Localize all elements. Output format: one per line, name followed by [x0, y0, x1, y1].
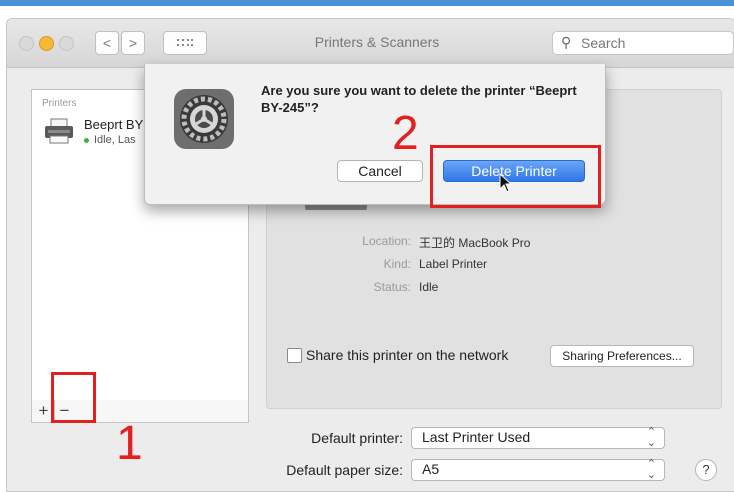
highlight-delete-button-box	[430, 145, 601, 208]
updown-chevron-icon: ⌃ ⌄	[646, 458, 656, 481]
title-bar: < > Printers & Scanners ⚲	[7, 19, 734, 68]
kind-label: Kind:	[383, 257, 411, 271]
forward-button[interactable]: >	[121, 31, 145, 55]
paper-size-label: Default paper size:	[286, 462, 403, 478]
search-field[interactable]: ⚲	[552, 31, 734, 55]
close-window-button[interactable]	[19, 36, 34, 51]
chevron-right-icon: >	[128, 35, 138, 51]
step-1-label: 1	[116, 417, 143, 470]
chevron-left-icon: <	[102, 35, 112, 51]
search-icon: ⚲	[561, 34, 572, 50]
printers-list-header: Printers	[42, 98, 77, 109]
updown-chevron-icon: ⌃ ⌄	[646, 426, 656, 449]
default-printer-value: Last Printer Used	[422, 429, 531, 445]
location-label: Location:	[362, 234, 411, 248]
status-dot-icon	[84, 137, 89, 143]
printer-status-text: Idle, Las	[94, 134, 136, 146]
top-accent-strip	[0, 0, 734, 6]
status-label: Status:	[373, 280, 411, 294]
show-all-button[interactable]	[163, 31, 207, 55]
dialog-message: Are you sure you want to delete the prin…	[261, 83, 577, 115]
cancel-button[interactable]: Cancel	[337, 160, 423, 182]
status-value: Idle	[419, 280, 439, 294]
paper-size-select[interactable]: A5 ⌃ ⌄	[411, 459, 665, 481]
printer-icon	[45, 118, 73, 144]
default-printer-label: Default printer:	[311, 430, 403, 446]
share-printer-label: Share this printer on the network	[306, 347, 509, 363]
paper-size-value: A5	[422, 461, 440, 477]
kind-value: Label Printer	[419, 257, 488, 271]
back-button[interactable]: <	[95, 31, 119, 55]
status-row: Status: Idle	[267, 280, 721, 298]
window-title: Printers & Scanners	[314, 34, 440, 50]
system-preferences-gear-icon	[174, 89, 234, 149]
share-printer-checkbox[interactable]	[287, 348, 302, 363]
location-value: 王卫的 MacBook Pro	[419, 236, 531, 250]
help-button[interactable]: ?	[695, 459, 717, 481]
highlight-remove-button-box	[51, 372, 96, 423]
search-input[interactable]	[579, 34, 728, 52]
printer-status: Idle, Las	[84, 134, 136, 146]
sharing-preferences-button[interactable]: Sharing Preferences...	[550, 345, 694, 367]
zoom-window-button[interactable]	[59, 36, 74, 51]
minimize-window-button[interactable]	[39, 36, 54, 51]
step-2-label: 2	[392, 107, 419, 160]
grid-icon	[177, 39, 193, 46]
default-printer-select[interactable]: Last Printer Used ⌃ ⌄	[411, 427, 665, 449]
location-row: Location: 王卫的 MacBook Pro	[267, 234, 721, 252]
kind-row: Kind: Label Printer	[267, 257, 721, 275]
printer-name: Beeprt BY	[84, 117, 144, 132]
